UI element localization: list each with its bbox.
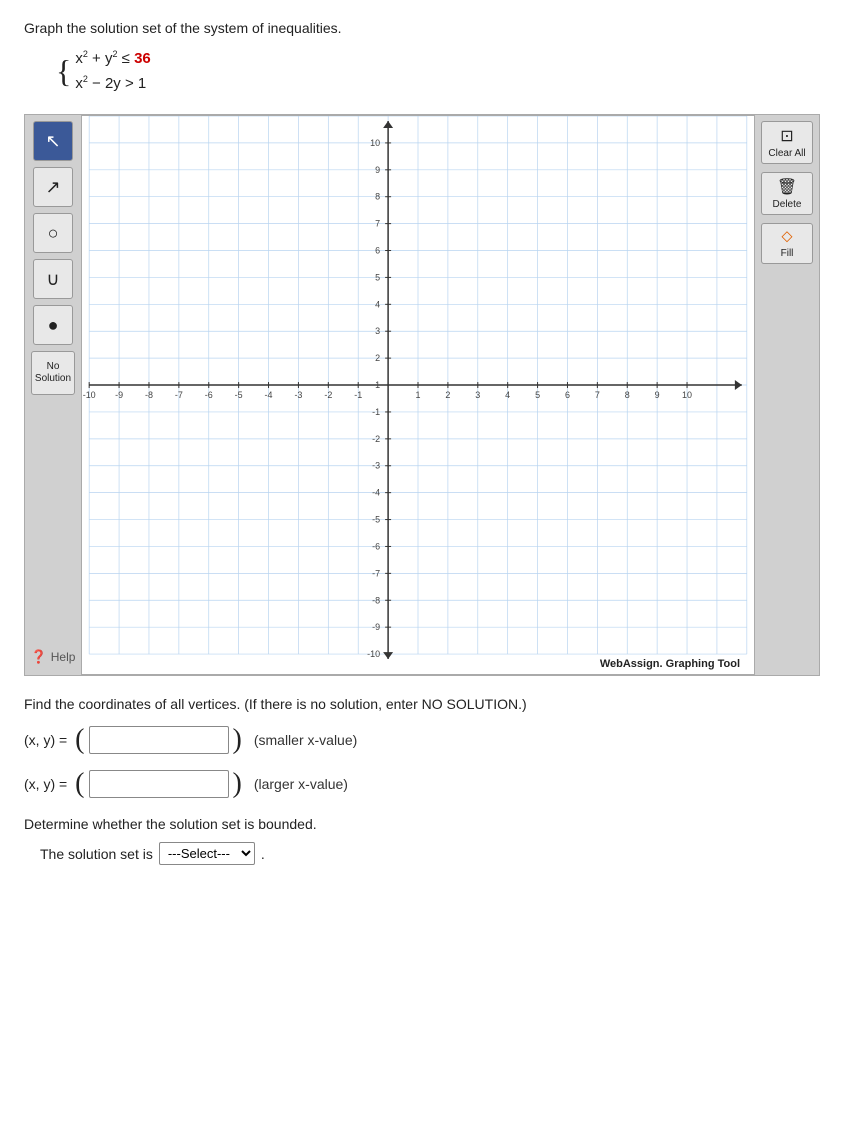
svg-text:-7: -7 bbox=[372, 569, 380, 579]
line-tool[interactable]: ↗ bbox=[33, 167, 73, 207]
determine-section: Determine whether the solution set is bo… bbox=[24, 816, 820, 865]
svg-text:7: 7 bbox=[595, 390, 600, 400]
delete-icon: 🗑 bbox=[777, 177, 797, 197]
svg-text:2: 2 bbox=[375, 354, 380, 364]
webassign-brand: WebAssign. bbox=[600, 658, 663, 670]
svg-text:-3: -3 bbox=[372, 461, 380, 471]
coord1-label: (x, y) = bbox=[24, 732, 67, 748]
coord1-input[interactable] bbox=[89, 726, 229, 754]
svg-text:10: 10 bbox=[370, 138, 380, 148]
equations-container: { x2 + y2 ≤ 36 x2 − 2y > 1 bbox=[56, 44, 820, 98]
svg-text:-6: -6 bbox=[372, 542, 380, 552]
coord2-label: (x, y) = bbox=[24, 776, 67, 792]
equation-2: x2 − 2y > 1 bbox=[75, 71, 150, 97]
period: . bbox=[261, 846, 265, 862]
parabola-icon: ∪ bbox=[46, 269, 59, 290]
graphing-tool-area: ↖ ↗ ○ ∪ ● NoSolution ❓ Help bbox=[24, 114, 820, 676]
right-toolbar: ⊡ Clear All 🗑 Delete ⬦ Fill bbox=[755, 115, 819, 675]
find-coords-title: Find the coordinates of all vertices. (I… bbox=[24, 696, 820, 712]
webassign-credit: WebAssign. Graphing Tool bbox=[600, 656, 746, 672]
clear-all-button[interactable]: ⊡ Clear All bbox=[761, 121, 813, 164]
coord2-suffix: (larger x-value) bbox=[254, 776, 348, 792]
point-tool[interactable]: ● bbox=[33, 305, 73, 345]
svg-text:1: 1 bbox=[416, 390, 421, 400]
help-label: Help bbox=[51, 650, 76, 664]
select-prefix: The solution set is bbox=[40, 846, 153, 862]
webassign-tool-label: Graphing Tool bbox=[666, 658, 740, 670]
no-solution-label: NoSolution bbox=[35, 361, 71, 385]
svg-text:-4: -4 bbox=[372, 488, 380, 498]
svg-text:-5: -5 bbox=[372, 515, 380, 525]
graph-area[interactable]: -10 -9 -8 -7 -6 -5 -4 -3 -2 -1 1 2 3 4 5… bbox=[81, 115, 755, 675]
delete-label: Delete bbox=[773, 199, 802, 210]
coord-row-1: (x, y) = ( ) (smaller x-value) bbox=[24, 726, 820, 754]
svg-text:8: 8 bbox=[375, 192, 380, 202]
fill-icon: ⬦ bbox=[781, 228, 792, 246]
svg-text:-7: -7 bbox=[175, 390, 183, 400]
svg-text:-6: -6 bbox=[205, 390, 213, 400]
svg-text:-1: -1 bbox=[354, 390, 362, 400]
point-icon: ● bbox=[48, 315, 59, 336]
svg-text:-10: -10 bbox=[83, 390, 96, 400]
determine-title: Determine whether the solution set is bo… bbox=[24, 816, 820, 832]
bounded-select[interactable]: ---Select--- bounded unbounded bbox=[159, 842, 255, 865]
svg-text:6: 6 bbox=[565, 390, 570, 400]
svg-text:4: 4 bbox=[375, 300, 380, 310]
svg-text:4: 4 bbox=[505, 390, 510, 400]
fill-label: Fill bbox=[781, 248, 794, 259]
circle-tool[interactable]: ○ bbox=[33, 213, 73, 253]
clear-all-icon: ⊡ bbox=[780, 126, 793, 146]
svg-text:6: 6 bbox=[375, 246, 380, 256]
left-toolbar: ↖ ↗ ○ ∪ ● NoSolution ❓ Help bbox=[25, 115, 81, 675]
svg-text:-9: -9 bbox=[372, 623, 380, 633]
pointer-icon: ↖ bbox=[45, 131, 60, 152]
svg-text:2: 2 bbox=[445, 390, 450, 400]
coord-row-2: (x, y) = ( ) (larger x-value) bbox=[24, 770, 820, 798]
circle-icon: ○ bbox=[48, 223, 59, 244]
pointer-tool[interactable]: ↖ bbox=[33, 121, 73, 161]
svg-text:-2: -2 bbox=[324, 390, 332, 400]
line-icon: ↗ bbox=[45, 177, 60, 198]
fill-button[interactable]: ⬦ Fill bbox=[761, 223, 813, 264]
brace-symbol: { bbox=[56, 44, 71, 98]
help-circle-icon: ❓ bbox=[31, 649, 47, 665]
coord2-input[interactable] bbox=[89, 770, 229, 798]
svg-text:-4: -4 bbox=[265, 390, 273, 400]
svg-text:-8: -8 bbox=[372, 596, 380, 606]
graph-svg: -10 -9 -8 -7 -6 -5 -4 -3 -2 -1 1 2 3 4 5… bbox=[82, 116, 754, 674]
open-paren-1: ( bbox=[75, 726, 84, 754]
svg-text:9: 9 bbox=[375, 165, 380, 175]
svg-text:5: 5 bbox=[535, 390, 540, 400]
svg-text:-10: -10 bbox=[367, 649, 380, 659]
open-paren-2: ( bbox=[75, 770, 84, 798]
clear-all-label: Clear All bbox=[768, 148, 805, 159]
svg-text:8: 8 bbox=[625, 390, 630, 400]
no-solution-button[interactable]: NoSolution bbox=[31, 351, 75, 395]
coord1-suffix: (smaller x-value) bbox=[254, 732, 357, 748]
equation-1-highlight: 36 bbox=[134, 50, 151, 67]
problem-title: Graph the solution set of the system of … bbox=[24, 20, 820, 36]
delete-button[interactable]: 🗑 Delete bbox=[761, 172, 813, 215]
svg-text:-8: -8 bbox=[145, 390, 153, 400]
svg-text:10: 10 bbox=[682, 390, 692, 400]
svg-text:-9: -9 bbox=[115, 390, 123, 400]
svg-text:1: 1 bbox=[375, 380, 380, 390]
close-paren-2: ) bbox=[233, 770, 242, 798]
svg-text:-5: -5 bbox=[235, 390, 243, 400]
help-link[interactable]: ❓ Help bbox=[25, 645, 82, 669]
equation-1: x2 + y2 ≤ 36 bbox=[75, 46, 150, 72]
below-graph-section: Find the coordinates of all vertices. (I… bbox=[24, 696, 820, 865]
select-row: The solution set is ---Select--- bounded… bbox=[24, 842, 820, 865]
svg-text:-3: -3 bbox=[294, 390, 302, 400]
svg-text:-1: -1 bbox=[372, 407, 380, 417]
close-paren-1: ) bbox=[233, 726, 242, 754]
svg-text:7: 7 bbox=[375, 219, 380, 229]
svg-text:3: 3 bbox=[475, 390, 480, 400]
svg-text:3: 3 bbox=[375, 327, 380, 337]
parabola-tool[interactable]: ∪ bbox=[33, 259, 73, 299]
svg-text:5: 5 bbox=[375, 273, 380, 283]
svg-text:9: 9 bbox=[655, 390, 660, 400]
svg-text:-2: -2 bbox=[372, 434, 380, 444]
